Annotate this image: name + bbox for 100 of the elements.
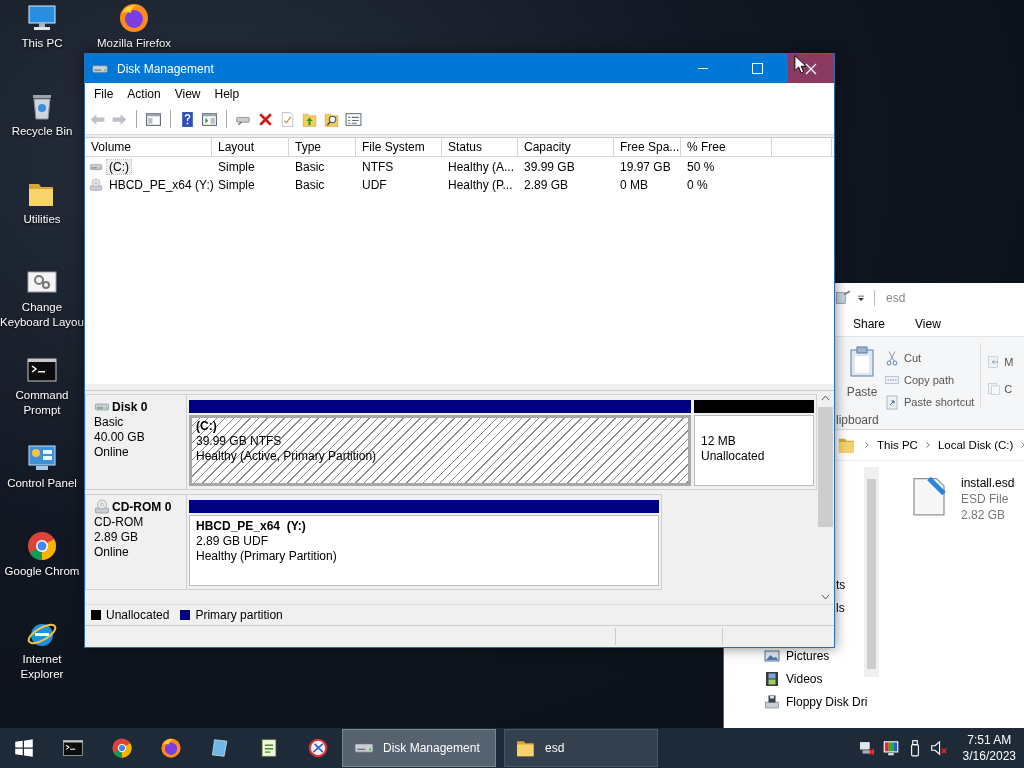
legend-label: Primary partition — [195, 608, 283, 622]
column-header[interactable]: File System — [356, 138, 442, 156]
window-title: Disk Management — [117, 61, 214, 76]
column-header[interactable]: Capacity — [518, 138, 614, 156]
column-header[interactable]: Free Spa... — [614, 138, 681, 156]
ribbon-command[interactable]: C — [987, 380, 1014, 397]
list-window-icon[interactable] — [345, 110, 362, 128]
ribbon-command[interactable]: Copy path — [884, 371, 975, 388]
color-display-icon[interactable] — [881, 739, 900, 757]
desktop-shortcut[interactable]: Internet Explorer — [0, 616, 84, 682]
quick-access-icon[interactable] — [834, 288, 852, 307]
partition-label: (C:) — [196, 419, 218, 434]
nav-item[interactable]: ts — [836, 573, 846, 596]
table-cell: Basic — [295, 159, 325, 174]
partition-status: Unallocated — [701, 449, 766, 464]
address-bar[interactable]: This PC Local Disk (C:) — [837, 432, 1024, 458]
document-check-icon[interactable] — [279, 110, 296, 128]
picture-icon — [764, 647, 780, 664]
nav-item[interactable]: ls — [836, 596, 845, 619]
disk-status: Online — [94, 545, 130, 560]
menu-item[interactable]: View — [167, 86, 208, 101]
clock-time: 7:51 AM — [967, 732, 1012, 748]
ribbon-tab[interactable]: Share — [853, 317, 886, 331]
nav-item[interactable]: Pictures — [764, 644, 830, 667]
desktop-shortcut[interactable]: This PC — [0, 0, 84, 51]
breadcrumb-item[interactable]: This PC — [877, 439, 918, 451]
disk-type: Basic — [94, 415, 125, 430]
floppy-drive-icon — [764, 693, 780, 710]
terminal-icon[interactable] — [61, 737, 84, 759]
close-icon — [805, 62, 817, 75]
file-size: 2.82 GB — [961, 508, 1007, 522]
menu-item[interactable]: Help — [207, 86, 247, 101]
scrollbar[interactable] — [864, 467, 879, 677]
disk-size: 40.00 GB — [94, 430, 146, 445]
table-cell: 0 MB — [620, 177, 648, 192]
tool-icon[interactable] — [306, 737, 329, 759]
column-header[interactable]: Type — [289, 138, 356, 156]
partition-box[interactable]: 12 MB Unallocated — [694, 415, 814, 486]
nav-item[interactable]: Videos — [764, 667, 823, 690]
panel-icon[interactable] — [145, 110, 162, 128]
partition-label: HBCD_PE_x64 (Y:) — [196, 519, 307, 534]
menu-item[interactable]: File — [87, 86, 121, 101]
table-cell: 39.99 GB — [524, 159, 575, 174]
breadcrumb-item[interactable]: Local Disk (C:) — [937, 439, 1014, 451]
disk-info-panel[interactable]: Disk 0 Basic 40.00 GB Online — [85, 394, 187, 490]
desktop-shortcut[interactable]: Recycle Bin — [0, 88, 84, 139]
partition-size: 2.89 GB UDF — [196, 534, 270, 549]
round-browser-icon[interactable] — [110, 737, 133, 759]
partition-box[interactable]: (C:) 39.99 GB NTFS Healthy (Active, Primary Partition) — [189, 415, 691, 486]
table-cell: NTFS — [362, 159, 394, 174]
start-icon[interactable] — [14, 738, 34, 758]
paste-button[interactable]: Paste — [846, 343, 878, 413]
taskbar-window-button[interactable]: Disk Management — [342, 729, 496, 767]
chevron-icon — [862, 440, 872, 450]
desktop-shortcut[interactable]: Command Prompt — [0, 352, 84, 418]
disk-type: CD-ROM — [94, 515, 145, 530]
partition-size: 39.99 GB NTFS — [196, 434, 283, 449]
disk-info-panel[interactable]: CD-ROM 0 CD-ROM 2.89 GB Online — [85, 494, 187, 590]
disk-size: 2.89 GB — [94, 530, 140, 545]
file-item[interactable]: install.esd ESD File 2.82 GB — [909, 476, 1015, 522]
ribbon-command[interactable]: Paste shortcut — [884, 393, 975, 410]
panel-icon[interactable] — [201, 110, 218, 128]
column-header[interactable]: Status — [442, 138, 518, 156]
ribbon-command[interactable]: Cut — [884, 349, 975, 366]
column-header[interactable]: Layout — [212, 138, 289, 156]
disk-name: CD-ROM 0 — [112, 500, 172, 514]
ribbon-command[interactable]: M — [987, 353, 1014, 370]
fox-browser-icon[interactable] — [159, 737, 182, 759]
network-icon[interactable] — [857, 739, 876, 757]
desktop-shortcut[interactable]: Mozilla Firefox — [92, 0, 176, 51]
desktop-shortcut[interactable]: Utilities — [0, 176, 84, 227]
desktop-shortcut[interactable]: Change Keyboard Layou — [0, 264, 84, 330]
clock-date: 3/16/2023 — [962, 748, 1016, 764]
table-cell: Simple — [218, 159, 255, 174]
column-header[interactable]: % Free — [681, 138, 772, 156]
disk-name: Disk 0 — [112, 400, 148, 414]
cd-drive-icon — [94, 499, 110, 515]
help-icon[interactable] — [179, 110, 196, 128]
menu-item[interactable]: Action — [120, 86, 168, 101]
desktop-shortcut[interactable]: Control Panel — [0, 440, 84, 491]
clock[interactable]: 7:51 AM 3/16/2023 — [950, 732, 1024, 764]
speaker-muted-icon[interactable] — [929, 739, 948, 757]
table-cell: 2.89 GB — [524, 177, 569, 192]
cd-drive-icon — [89, 177, 103, 192]
table-cell[interactable]: HBCD_PE_x64 (Y:) — [107, 177, 216, 192]
ribbon-tab[interactable]: View — [915, 317, 941, 331]
partition-size: 12 MB — [701, 434, 737, 449]
copy-icon — [987, 381, 1002, 396]
legend-label: Unallocated — [106, 608, 170, 622]
table-cell: 0 % — [687, 177, 708, 192]
disk-status: Online — [94, 445, 130, 460]
table-cell: UDF — [362, 177, 387, 192]
nav-item[interactable]: Floppy Disk Dri — [764, 690, 868, 713]
desktop-shortcut[interactable]: Google Chrom — [0, 528, 84, 579]
table-cell: Simple — [218, 177, 255, 192]
column-header[interactable]: Volume — [85, 138, 212, 156]
partition-box[interactable]: HBCD_PE_x64 (Y:) 2.89 GB UDF Healthy (Primary Partition) — [189, 515, 659, 586]
table-cell[interactable]: (C:) — [107, 159, 131, 174]
round-browser-icon — [26, 530, 58, 562]
taskbar-window-button[interactable]: esd — [504, 729, 658, 767]
